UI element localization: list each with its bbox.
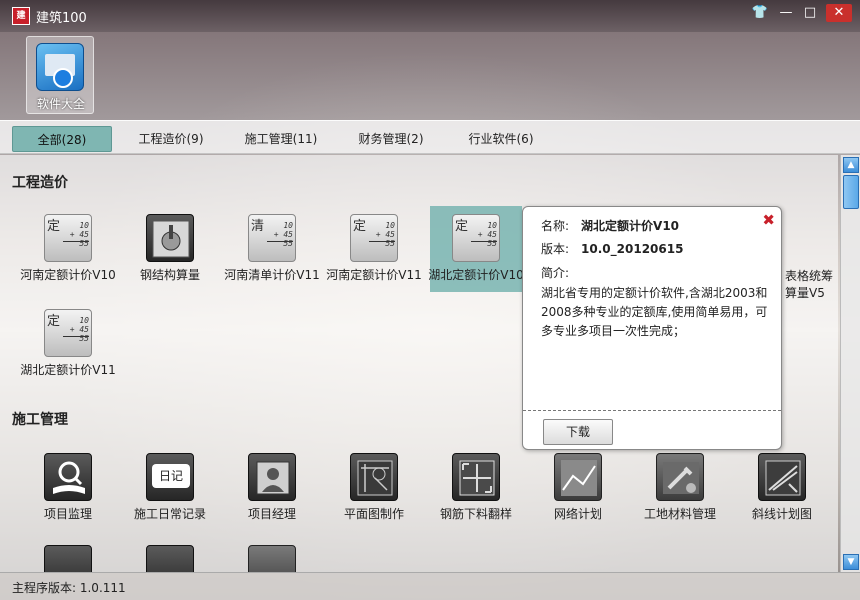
partial-app-label: 表格统筹算量V5 (785, 269, 834, 300)
app-item-network-plan[interactable]: 网络计划 (532, 445, 624, 531)
main-program-version: 主程序版本: 1.0.111 (12, 581, 126, 595)
site-material-icon (656, 453, 704, 501)
app-item-henan-list-v11[interactable]: 清 10 + 45 55 河南清单计价V11 (224, 206, 320, 292)
title-bar: 建 建筑100 👕 — □ ✕ (0, 0, 860, 32)
status-bar: 主程序版本: 1.0.111 (0, 572, 860, 600)
divider (523, 410, 781, 411)
app-title: 建筑100 (36, 11, 87, 26)
quota-icon-char: 定 (47, 314, 61, 329)
app-item-hubei-quota-v10[interactable]: 定 10 + 45 55 湖北定额计价V10 (428, 206, 524, 292)
app-label: 网络计划 (553, 507, 602, 521)
tab-industry[interactable]: 行业软件(6) (456, 126, 546, 152)
software-box-icon (36, 43, 84, 91)
quota-number: + 45 (477, 230, 497, 239)
quota-icon-char: 清 (251, 219, 265, 234)
quota-calculator-icon: 定 10 + 45 55 (44, 309, 92, 357)
rebar-cutting-icon (452, 453, 500, 501)
app-item-henan-quota-v10[interactable]: 定 10 + 45 55 河南定额计价V10 (20, 206, 116, 292)
floor-plan-icon (350, 453, 398, 501)
diagonal-plan-icon (758, 453, 806, 501)
quota-number: 10 (283, 221, 293, 230)
app-label: 项目经理 (247, 507, 296, 521)
quota-number: 10 (487, 221, 497, 230)
scroll-up-icon[interactable]: ▲ (843, 157, 859, 173)
minimize-button[interactable]: — (776, 4, 796, 22)
intro-label: 简介: (541, 266, 570, 280)
steel-structure-icon (146, 214, 194, 262)
network-plan-icon (554, 453, 602, 501)
app-label: 河南定额计价V11 (326, 268, 422, 282)
app-label: 项目监理 (43, 507, 92, 521)
app-label: 平面图制作 (343, 507, 404, 521)
name-value: 湖北定额计价V10 (581, 219, 680, 233)
app-item-daily-record[interactable]: 日记 施工日常记录 (124, 445, 216, 531)
quota-calculator-icon: 定 10 + 45 55 (452, 214, 500, 262)
tab-cost[interactable]: 工程造价(9) (126, 126, 216, 152)
close-button[interactable]: ✕ (826, 4, 852, 22)
diary-icon-text: 日记 (152, 464, 190, 488)
app-item-project-supervision[interactable]: 项目监理 (22, 445, 114, 531)
quota-number: + 45 (69, 230, 89, 239)
app-item-henan-quota-v11[interactable]: 定 10 + 45 55 河南定额计价V11 (326, 206, 422, 292)
app-label: 施工日常记录 (133, 507, 206, 521)
close-icon[interactable]: ✖ (762, 211, 775, 229)
popup-name-row: 名称: 湖北定额计价V10 (541, 217, 679, 234)
download-button[interactable]: 下载 (543, 419, 613, 445)
category-tab-bar: 全部(28) 工程造价(9) 施工管理(11) 财务管理(2) 行业软件(6) (0, 120, 860, 154)
tab-finance[interactable]: 财务管理(2) (346, 126, 436, 152)
quota-calculator-icon: 定 10 + 45 55 (44, 214, 92, 262)
app-item-floor-plan[interactable]: 平面图制作 (328, 445, 420, 531)
quota-icon-char: 定 (455, 219, 469, 234)
app-label: 钢筋下料翻样 (439, 507, 512, 521)
tab-construction[interactable]: 施工管理(11) (236, 126, 326, 152)
manager-icon (248, 453, 296, 501)
version-value: 10.0_20120615 (581, 242, 684, 256)
popup-version-row: 版本: 10.0_20120615 (541, 240, 683, 257)
quota-number: + 45 (69, 325, 89, 334)
app-label: 斜线计划图 (751, 507, 812, 521)
diary-icon: 日记 (146, 453, 194, 501)
quota-number: 10 (385, 221, 395, 230)
software-catalog-label: 软件大全 (36, 97, 85, 111)
quota-number: 10 (79, 316, 89, 325)
list-calculator-icon: 清 10 + 45 55 (248, 214, 296, 262)
app-label: 湖北定额计价V11 (20, 363, 116, 377)
partial-app-icon[interactable] (146, 545, 194, 572)
app-label: 工地材料管理 (643, 507, 716, 521)
app-item-project-manager[interactable]: 项目经理 (226, 445, 318, 531)
app-item-site-material[interactable]: 工地材料管理 (634, 445, 726, 531)
vertical-scrollbar[interactable]: ▲ ▼ (840, 155, 860, 572)
description-text: 湖北省专用的定额计价软件,含湖北2003和2008多种专业的定额库,使用简单易用… (541, 286, 768, 338)
skin-icon[interactable]: 👕 (750, 4, 770, 22)
section-title-cost: 工程造价 (12, 175, 68, 191)
scroll-down-icon[interactable]: ▼ (843, 554, 859, 570)
section-title-construction: 施工管理 (12, 412, 68, 428)
name-label: 名称: (541, 219, 570, 233)
quota-calculator-icon: 定 10 + 45 55 (350, 214, 398, 262)
partial-app-icon[interactable] (44, 545, 92, 572)
app-item-rebar-cutting[interactable]: 钢筋下料翻样 (430, 445, 522, 531)
partial-app-icon[interactable] (248, 545, 296, 572)
app-label: 河南清单计价V11 (224, 268, 320, 282)
quota-number: + 45 (375, 230, 395, 239)
app-item-steel-structure[interactable]: 钢结构算量 (124, 206, 216, 292)
software-info-popup: ✖ 名称: 湖北定额计价V10 版本: 10.0_20120615 简介: 湖北省专… (522, 206, 782, 450)
quota-icon-char: 定 (47, 219, 61, 234)
quota-number: + 45 (273, 230, 293, 239)
quota-icon-char: 定 (353, 219, 367, 234)
app-item-hubei-quota-v11[interactable]: 定 10 + 45 55 湖北定额计价V11 (20, 301, 116, 387)
app-label: 湖北定额计价V10 (428, 268, 524, 282)
version-label: 版本: (541, 242, 570, 256)
software-catalog-tile[interactable]: 软件大全 (26, 36, 94, 114)
scroll-thumb[interactable] (843, 175, 859, 209)
app-label: 河南定额计价V10 (20, 268, 116, 282)
app-logo-icon: 建 (12, 7, 30, 25)
maximize-button[interactable]: □ (800, 4, 820, 22)
quota-number: 10 (79, 221, 89, 230)
tab-all[interactable]: 全部(28) (12, 126, 112, 152)
magnifier-book-icon (44, 453, 92, 501)
app-label: 钢结构算量 (139, 268, 200, 282)
